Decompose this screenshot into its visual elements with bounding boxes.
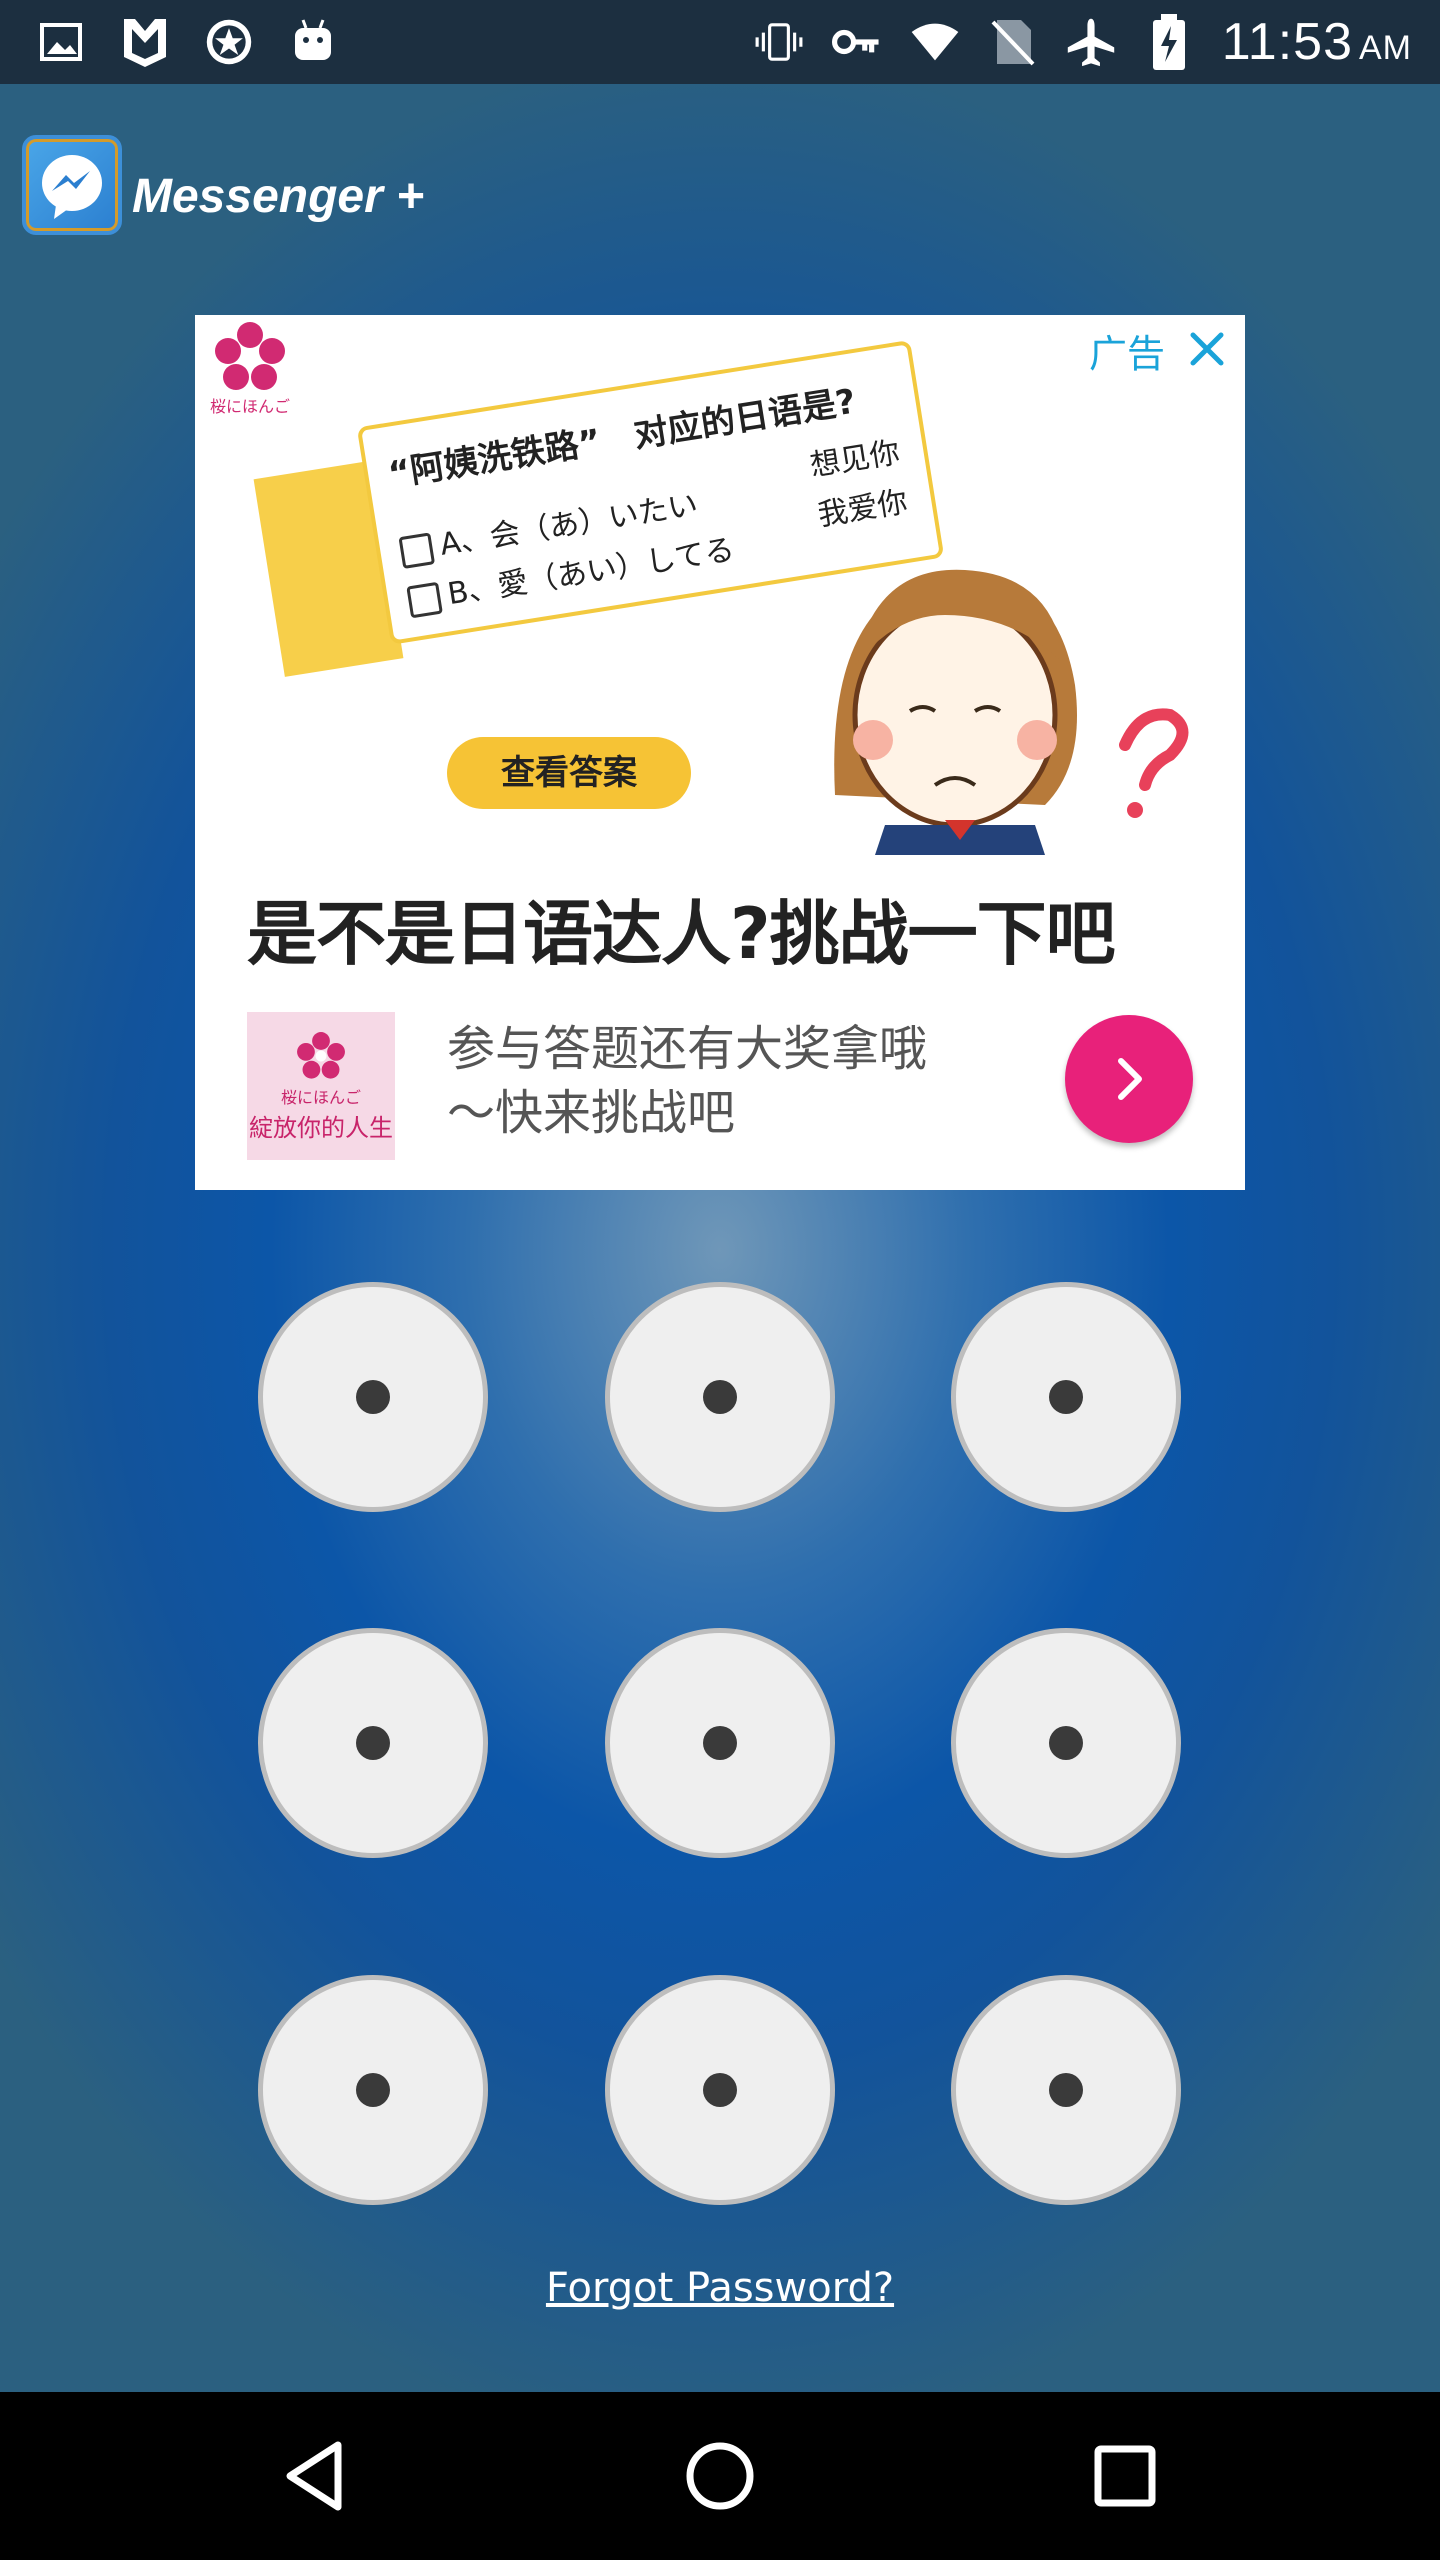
star-badge-icon [204, 17, 254, 67]
pattern-node-8[interactable] [605, 1975, 835, 2205]
view-answer-button[interactable]: 查看答案 [447, 737, 691, 809]
pattern-node-4[interactable] [258, 1628, 488, 1858]
ad-thumb-script: 綻放你的人生 [249, 1113, 393, 1142]
ad-description-line1: 参与答题还有大奖拿哦 [447, 1021, 928, 1077]
checkbox-icon [398, 531, 436, 569]
ad-description-line2: ～快来挑战吧 [447, 1085, 736, 1141]
pattern-node-6[interactable] [951, 1628, 1181, 1858]
ad-logo: 桜にほんご [205, 319, 295, 429]
pattern-node-dot [1049, 2073, 1083, 2107]
status-bar: 11:53 AM [0, 0, 1440, 84]
recents-icon [1094, 2445, 1156, 2507]
pattern-node-dot [703, 1380, 737, 1414]
status-time: 11:53 AM [1221, 13, 1412, 71]
airplane-icon [1066, 17, 1116, 67]
cartoon-girl-illustration [795, 465, 1215, 855]
back-button[interactable] [265, 2426, 365, 2526]
vibrate-icon [754, 17, 804, 67]
pattern-node-dot [1049, 1726, 1083, 1760]
android-icon [288, 17, 338, 67]
quiz-question: “阿姨洗铁路” 对应的日语是? [385, 381, 859, 495]
pattern-node-3[interactable] [951, 1282, 1181, 1512]
ad-logo-text: 桜にほんご [209, 397, 290, 416]
close-icon [1190, 332, 1224, 366]
home-button[interactable] [670, 2426, 770, 2526]
status-bar-right: 11:53 AM [754, 12, 1412, 72]
pattern-node-5[interactable] [605, 1628, 835, 1858]
ad-thumb-text: 桜にほんご [280, 1087, 361, 1107]
no-sim-icon [988, 17, 1038, 67]
ad-go-button[interactable] [1065, 1015, 1193, 1143]
sakura-icon [215, 322, 285, 390]
ad-tag: 广告 [1088, 332, 1165, 376]
ad-close-button[interactable] [1179, 321, 1235, 377]
back-icon [286, 2441, 342, 2511]
home-icon [686, 2442, 754, 2510]
pattern-node-dot [703, 2073, 737, 2107]
pattern-node-7[interactable] [258, 1975, 488, 2205]
forgot-password-link[interactable]: Forgot Password? [0, 2265, 1440, 2311]
ad-headline: 是不是日语达人?挑战一下吧 [247, 893, 1116, 975]
pattern-node-dot [356, 1380, 390, 1414]
shield-m-icon [120, 17, 170, 67]
status-bar-left [36, 12, 338, 72]
battery-charging-icon [1144, 14, 1194, 70]
ad-description: 参与答题还有大奖拿哦 ～快来挑战吧 [447, 1017, 1007, 1145]
ad-banner[interactable]: 桜にほんご 广告 “阿姨洗铁路” 对应的日语是? A、会（あ）いたい B、愛（あ… [195, 315, 1245, 1190]
wifi-icon [910, 17, 960, 67]
pattern-node-dot [1049, 1380, 1083, 1414]
pattern-node-dot [356, 2073, 390, 2107]
sakura-icon [297, 1031, 345, 1079]
chevron-right-icon [1118, 1058, 1142, 1100]
key-icon [831, 17, 882, 67]
pattern-node-dot [356, 1726, 390, 1760]
app-header: Messenger + [22, 130, 424, 240]
app-title: Messenger + [132, 169, 425, 223]
pattern-node-9[interactable] [951, 1975, 1181, 2205]
image-icon [36, 17, 86, 67]
pattern-node-1[interactable] [258, 1282, 488, 1512]
checkbox-icon [406, 581, 443, 618]
pattern-node-2[interactable] [605, 1282, 835, 1512]
ad-thumbnail: 桜にほんご 綻放你的人生 [247, 1012, 395, 1160]
messenger-icon [22, 135, 122, 235]
navigation-bar [0, 2392, 1440, 2560]
recents-button[interactable] [1075, 2426, 1175, 2526]
pattern-node-dot [703, 1726, 737, 1760]
